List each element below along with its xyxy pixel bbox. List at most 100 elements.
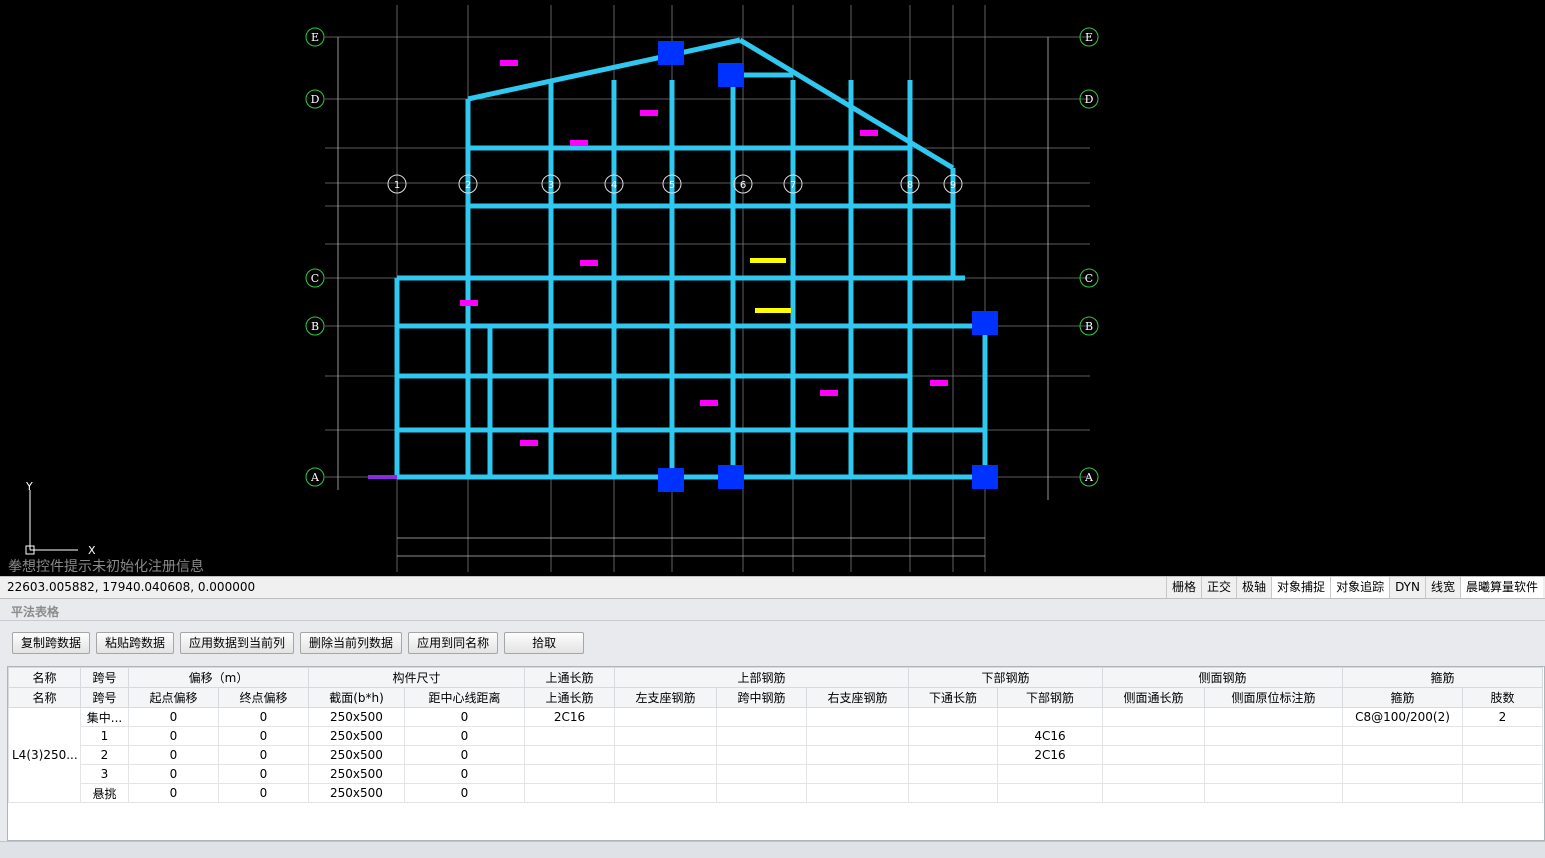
table-cell[interactable] [1462, 745, 1543, 765]
table-cell[interactable]: 250x500 [308, 764, 405, 784]
column-header[interactable]: 箍筋 [1342, 687, 1463, 708]
table-cell[interactable]: 0 [218, 764, 309, 784]
column-header[interactable]: 跨中钢筋 [716, 687, 807, 708]
table-cell[interactable] [1342, 745, 1463, 765]
table-cell[interactable]: 0 [128, 745, 219, 765]
column-header[interactable]: 名称 [8, 687, 81, 708]
table-cell[interactable] [1102, 745, 1205, 765]
table-cell[interactable] [614, 707, 717, 727]
table-cell[interactable] [614, 726, 717, 746]
table-cell[interactable]: 0 [128, 707, 219, 727]
table-cell[interactable]: 2C16 [997, 745, 1103, 765]
table-cell[interactable] [614, 764, 717, 784]
table-cell[interactable]: 0 [404, 764, 525, 784]
table-cell[interactable] [1342, 783, 1463, 803]
table-cell[interactable]: 0 [404, 745, 525, 765]
table-cell[interactable] [524, 745, 615, 765]
table-cell[interactable]: 4C16 [997, 726, 1103, 746]
table-cell[interactable]: 集中... [80, 707, 129, 727]
table-cell[interactable] [908, 707, 998, 727]
table-cell[interactable] [716, 726, 807, 746]
table-cell[interactable]: 250x500 [308, 726, 405, 746]
toggle-osnap[interactable]: 对象捕捉 [1271, 577, 1331, 598]
table-cell[interactable] [1102, 764, 1205, 784]
table-cell[interactable] [716, 783, 807, 803]
table-cell[interactable]: 0 [218, 726, 309, 746]
table-cell[interactable] [1204, 726, 1343, 746]
table-cell[interactable] [1204, 707, 1343, 727]
toggle-lineweight[interactable]: 线宽 [1424, 577, 1460, 598]
toggle-otrack[interactable]: 对象追踪 [1330, 577, 1390, 598]
table-cell[interactable] [1204, 745, 1343, 765]
column-header[interactable]: 肢数 [1462, 687, 1543, 708]
cad-drawing-canvas[interactable]: EEDDCCBBAA123456789XY 拳想控件提示未初始化注册信息 [0, 0, 1545, 577]
table-cell[interactable] [1102, 707, 1205, 727]
column-header[interactable]: 右支座钢筋 [806, 687, 909, 708]
table-row[interactable]: L4(3)250... 集中... 0 0 250x500 0 2C16 C8@100/200… [8, 707, 1543, 803]
table-cell[interactable] [524, 726, 615, 746]
copy-span-data-button[interactable]: 复制跨数据 [12, 632, 91, 654]
column-header[interactable]: 侧面通长筋 [1102, 687, 1205, 708]
table-cell[interactable]: 0 [218, 707, 309, 727]
table-cell[interactable] [1204, 764, 1343, 784]
table-cell[interactable]: 0 [404, 726, 525, 746]
table-cell[interactable] [908, 726, 998, 746]
column-header[interactable]: 距中心线距离 [404, 687, 525, 708]
column-header[interactable]: 跨号 [80, 687, 129, 708]
column-header[interactable]: 起点偏移 [128, 687, 219, 708]
table-cell[interactable]: 250x500 [308, 783, 405, 803]
table-cell[interactable] [1102, 726, 1205, 746]
table-cell[interactable] [1342, 764, 1463, 784]
table-cell[interactable]: 0 [404, 783, 525, 803]
table-cell[interactable] [716, 764, 807, 784]
table-cell[interactable] [997, 783, 1103, 803]
toggle-polar[interactable]: 极轴 [1236, 577, 1271, 598]
table-cell[interactable] [908, 764, 998, 784]
table-cell[interactable]: 0 [128, 764, 219, 784]
toggle-grid[interactable]: 栅格 [1166, 577, 1201, 598]
table-cell[interactable] [1204, 783, 1343, 803]
column-header[interactable]: 截面(b*h) [308, 687, 405, 708]
table-cell[interactable] [1462, 726, 1543, 746]
table-cell[interactable]: 0 [218, 783, 309, 803]
table-cell[interactable] [614, 783, 717, 803]
table-cell[interactable]: 250x500 [308, 707, 405, 727]
pick-button[interactable]: 拾取 [504, 632, 585, 654]
table-cell[interactable] [716, 707, 807, 727]
software-name[interactable]: 晨曦算量软件 [1459, 577, 1543, 598]
table-cell[interactable]: 3 [80, 764, 129, 784]
table-cell[interactable]: 0 [404, 707, 525, 727]
beam-name-cell[interactable]: L4(3)250... [8, 707, 81, 803]
table-cell[interactable]: 250x500 [308, 745, 405, 765]
table-cell[interactable] [806, 707, 909, 727]
table-cell[interactable] [614, 745, 717, 765]
table-cell[interactable]: 1 [80, 726, 129, 746]
table-cell[interactable]: 悬挑 [80, 783, 129, 803]
apply-same-name-button[interactable]: 应用到同名称 [408, 632, 499, 654]
column-header[interactable]: 上通长筋 [524, 687, 615, 708]
table-cell[interactable]: 2 [1462, 707, 1543, 727]
table-cell[interactable] [1462, 764, 1543, 784]
column-header[interactable]: 终点偏移 [218, 687, 309, 708]
table-row[interactable]: 悬挑 0 0 250x500 0 [9, 783, 1543, 803]
table-cell[interactable] [806, 745, 909, 765]
paste-span-data-button[interactable]: 粘贴跨数据 [96, 632, 175, 654]
table-cell[interactable] [716, 745, 807, 765]
table-cell[interactable]: 2 [80, 745, 129, 765]
table-cell[interactable]: 0 [128, 726, 219, 746]
apply-to-column-button[interactable]: 应用数据到当前列 [180, 632, 295, 654]
toggle-dyn[interactable]: DYN [1389, 577, 1425, 598]
table-cell[interactable] [1342, 726, 1463, 746]
table-cell[interactable]: 2C16 [524, 707, 615, 727]
table-cell[interactable]: 0 [128, 783, 219, 803]
delete-column-data-button[interactable]: 删除当前列数据 [300, 632, 403, 654]
column-header[interactable]: 左支座钢筋 [614, 687, 717, 708]
table-cell[interactable] [806, 764, 909, 784]
table-row[interactable]: 2 0 0 250x500 0 2C16 [9, 745, 1543, 765]
table-cell[interactable] [524, 783, 615, 803]
column-header[interactable]: 侧面原位标注筋 [1204, 687, 1343, 708]
table-row[interactable]: 3 0 0 250x500 0 [9, 764, 1543, 784]
table-cell[interactable] [908, 745, 998, 765]
bottom-scrollbar[interactable] [0, 841, 1545, 858]
table-cell[interactable] [524, 764, 615, 784]
